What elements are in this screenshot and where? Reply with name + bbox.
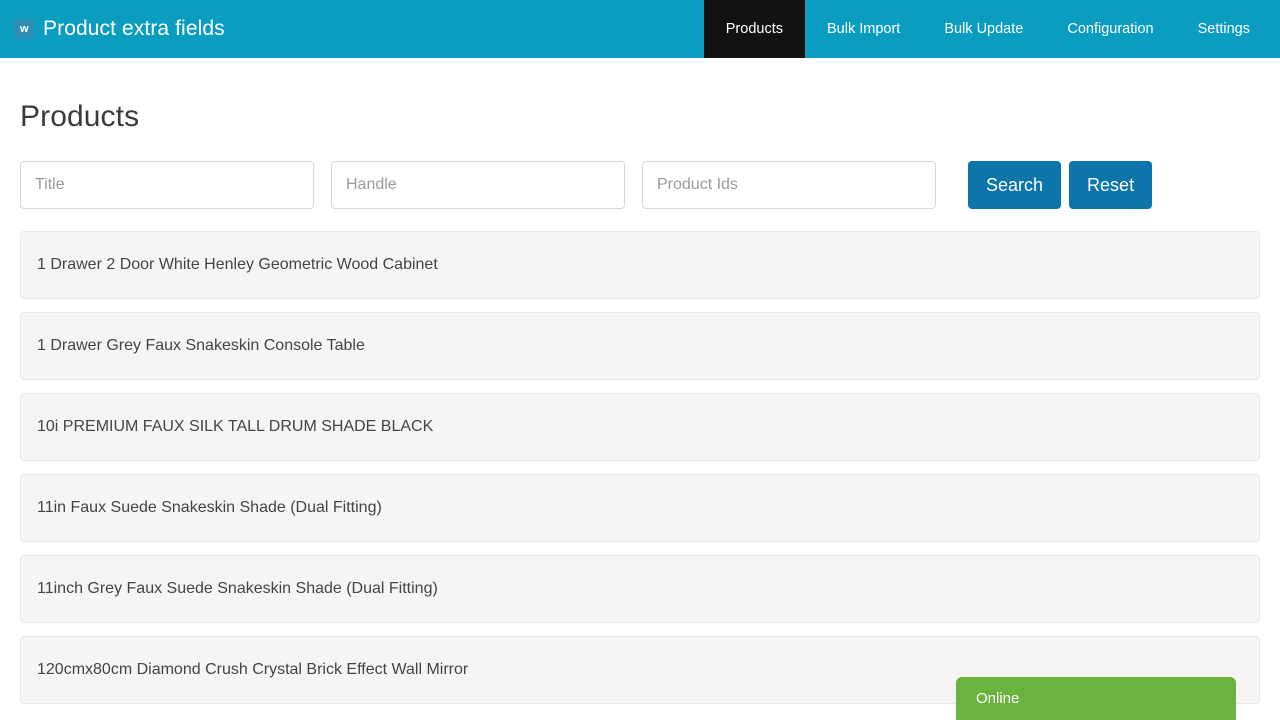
- product-title: 11inch Grey Faux Suede Snakeskin Shade (…: [37, 580, 438, 598]
- page-title: Products: [20, 58, 1260, 134]
- product-title: 1 Drawer 2 Door White Henley Geometric W…: [37, 256, 438, 274]
- product-title: 11in Faux Suede Snakeskin Shade (Dual Fi…: [37, 499, 382, 517]
- nav-item-settings[interactable]: Settings: [1176, 0, 1280, 58]
- handle-input[interactable]: [331, 161, 625, 209]
- table-row[interactable]: 1 Drawer Grey Faux Snakeskin Console Tab…: [20, 312, 1260, 380]
- chat-status-label: Online: [976, 690, 1019, 707]
- table-row[interactable]: 11in Faux Suede Snakeskin Shade (Dual Fi…: [20, 474, 1260, 542]
- top-navigation-bar: w Product extra fields Products Bulk Imp…: [0, 0, 1280, 58]
- main-nav: Products Bulk Import Bulk Update Configu…: [704, 0, 1280, 58]
- page-content: Products Search Reset 1 Drawer 2 Door Wh…: [0, 58, 1280, 704]
- brand: w Product extra fields: [0, 0, 225, 58]
- w-logo-icon: w: [14, 19, 34, 39]
- title-input[interactable]: [20, 161, 314, 209]
- app-title: Product extra fields: [43, 17, 225, 41]
- nav-item-configuration[interactable]: Configuration: [1045, 0, 1175, 58]
- product-list: 1 Drawer 2 Door White Henley Geometric W…: [20, 231, 1260, 704]
- table-row[interactable]: 1 Drawer 2 Door White Henley Geometric W…: [20, 231, 1260, 299]
- nav-item-bulk-update[interactable]: Bulk Update: [922, 0, 1045, 58]
- product-title: 120cmx80cm Diamond Crush Crystal Brick E…: [37, 661, 468, 679]
- product-search-form: Search Reset: [20, 161, 1260, 209]
- product-title: 1 Drawer Grey Faux Snakeskin Console Tab…: [37, 337, 365, 355]
- product-title: 10i PREMIUM FAUX SILK TALL DRUM SHADE BL…: [37, 418, 433, 436]
- reset-button[interactable]: Reset: [1069, 161, 1152, 209]
- nav-item-bulk-import[interactable]: Bulk Import: [805, 0, 922, 58]
- product-ids-input[interactable]: [642, 161, 936, 209]
- table-row[interactable]: 11inch Grey Faux Suede Snakeskin Shade (…: [20, 555, 1260, 623]
- nav-item-products[interactable]: Products: [704, 0, 805, 58]
- search-button[interactable]: Search: [968, 161, 1061, 209]
- table-row[interactable]: 10i PREMIUM FAUX SILK TALL DRUM SHADE BL…: [20, 393, 1260, 461]
- chat-widget[interactable]: Online: [956, 677, 1236, 720]
